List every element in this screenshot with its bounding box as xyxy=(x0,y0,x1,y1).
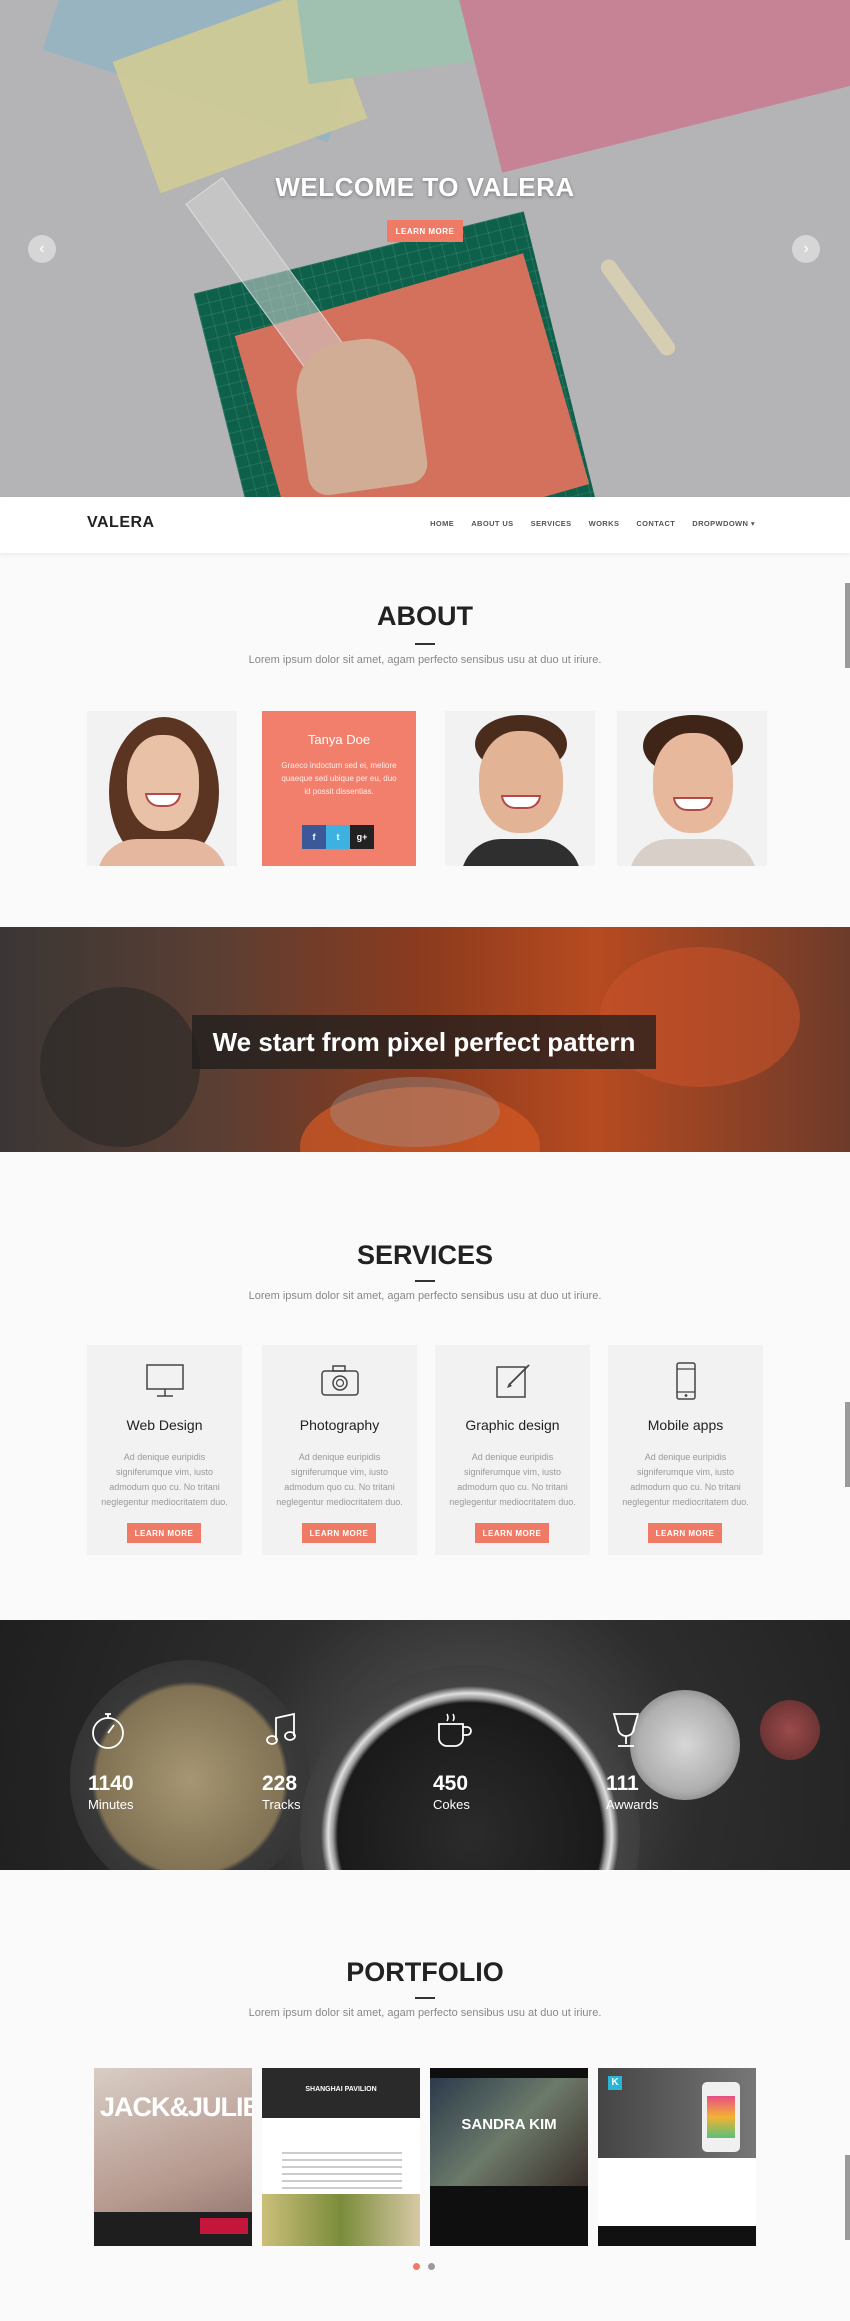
portfolio-item-title: K xyxy=(608,2076,622,2090)
services-title: SERVICES xyxy=(356,1240,494,1270)
nav-item-works[interactable]: WORKS xyxy=(589,519,620,528)
stat-label: Tracks xyxy=(262,1797,301,1812)
stat-number: 1140 xyxy=(88,1772,134,1795)
social-links: f t g+ xyxy=(302,825,374,849)
music-note-icon xyxy=(266,1712,296,1745)
banner-headline: We start from pixel perfect pattern xyxy=(192,1015,656,1069)
service-title: Photography xyxy=(299,1417,380,1433)
portfolio-item-title: SHANGHAI PAVILION xyxy=(305,2086,377,2093)
google-plus-icon[interactable]: g+ xyxy=(350,825,374,849)
coffee-cup-icon xyxy=(438,1713,472,1747)
portfolio-item-title: SANDRA KIM xyxy=(461,2116,557,2133)
stat-number: 111 xyxy=(606,1772,639,1795)
team-member-bio: Graeco indoctum sed ei, meliore quaeque … xyxy=(281,761,397,796)
nav-item-dropdown[interactable]: DROPWDOWN ▾ xyxy=(692,519,755,528)
carousel-dot[interactable] xyxy=(428,2263,435,2270)
team-photo xyxy=(617,711,767,866)
camera-icon xyxy=(321,1365,359,1396)
service-title: Graphic design xyxy=(465,1417,560,1433)
stat-label: Cokes xyxy=(433,1797,470,1812)
service-learn-more-button[interactable]: LEARN MORE xyxy=(475,1523,549,1543)
nav-item-about-us[interactable]: ABOUT US xyxy=(471,519,513,528)
nav-item-services[interactable]: SERVICES xyxy=(531,519,572,528)
scroll-indicator xyxy=(845,2155,850,2240)
facebook-icon[interactable]: f xyxy=(302,825,326,849)
hero-slider: WELCOME TO VALERA LEARN MORE ‹ › xyxy=(0,0,850,497)
service-card: Graphic design Ad denique euripidis sign… xyxy=(435,1345,590,1555)
about-title-divider xyxy=(415,643,435,645)
stopwatch-icon xyxy=(92,1713,124,1749)
stat-item: 1140 Minutes xyxy=(88,1710,134,1812)
scroll-indicator xyxy=(845,1402,850,1487)
stat-item: 228 Tracks xyxy=(262,1710,302,1812)
team-photo xyxy=(87,711,237,866)
parallax-banner: We start from pixel perfect pattern xyxy=(0,927,850,1152)
top-navbar: VALERA HOME ABOUT US SERVICES WORKS CONT… xyxy=(0,497,850,553)
portfolio-item[interactable]: SANDRA KIM xyxy=(430,2068,588,2246)
stats-counter-section: 1140 Minutes 228 Tracks 450 Cokes 111 Aw… xyxy=(0,1620,850,1870)
portfolio-item[interactable]: JACK&JULIE xyxy=(94,2068,252,2246)
services-subtitle: Lorem ipsum dolor sit amet, agam perfect… xyxy=(248,1290,602,1302)
stat-number: 228 xyxy=(262,1772,298,1795)
stat-item: 111 Awwards xyxy=(606,1710,659,1812)
stat-label: Minutes xyxy=(88,1797,134,1812)
carousel-dot-active[interactable] xyxy=(413,2263,420,2270)
scroll-indicator xyxy=(845,583,850,668)
service-title: Web Design xyxy=(126,1417,203,1433)
about-subtitle: Lorem ipsum dolor sit amet, agam perfect… xyxy=(248,654,602,666)
portfolio-title: PORTFOLIO xyxy=(346,1957,504,1987)
service-card: Mobile apps Ad denique euripidis signife… xyxy=(608,1345,763,1555)
stat-item: 450 Cokes xyxy=(433,1710,473,1812)
service-learn-more-button[interactable]: LEARN MORE xyxy=(127,1523,201,1543)
service-learn-more-button[interactable]: LEARN MORE xyxy=(648,1523,722,1543)
team-photo xyxy=(445,711,595,866)
about-title: ABOUT xyxy=(377,601,473,631)
main-nav: HOME ABOUT US SERVICES WORKS CONTACT DRO… xyxy=(430,519,755,528)
nav-item-contact[interactable]: CONTACT xyxy=(636,519,675,528)
stat-label: Awwards xyxy=(606,1797,659,1812)
brand-logo[interactable]: VALERA xyxy=(87,514,155,532)
service-title: Mobile apps xyxy=(647,1417,724,1433)
smartphone-icon xyxy=(676,1362,696,1400)
portfolio-item[interactable]: K xyxy=(598,2068,756,2246)
pencil-edit-icon xyxy=(496,1364,530,1398)
service-desc: Ad denique euripidis signiferumque vim, … xyxy=(622,1452,749,1507)
service-card: Web Design Ad denique euripidis signifer… xyxy=(87,1345,242,1555)
service-desc: Ad denique euripidis signiferumque vim, … xyxy=(101,1452,228,1507)
portfolio-item-title: JACK&JULIE xyxy=(100,2092,252,2122)
team-member-name: Tanya Doe xyxy=(307,732,371,747)
service-learn-more-button[interactable]: LEARN MORE xyxy=(302,1523,376,1543)
portfolio-subtitle: Lorem ipsum dolor sit amet, agam perfect… xyxy=(248,2007,602,2019)
chevron-left-icon[interactable]: ‹ xyxy=(28,235,56,263)
nav-item-home[interactable]: HOME xyxy=(430,519,454,528)
services-title-divider xyxy=(415,1280,435,1282)
trophy-icon xyxy=(612,1713,640,1747)
portfolio-title-divider xyxy=(415,1997,435,1999)
hero-learn-more-button[interactable]: LEARN MORE xyxy=(387,220,463,242)
monitor-icon xyxy=(146,1364,184,1397)
stat-number: 450 xyxy=(433,1772,469,1795)
service-desc: Ad denique euripidis signiferumque vim, … xyxy=(276,1452,403,1507)
portfolio-item[interactable]: SHANGHAI PAVILION xyxy=(262,2068,420,2246)
hero-title: WELCOME TO VALERA xyxy=(275,172,575,202)
team-member-card: Tanya Doe Graeco indoctum sed ei, melior… xyxy=(262,711,416,866)
service-desc: Ad denique euripidis signiferumque vim, … xyxy=(449,1452,576,1507)
service-card: Photography Ad denique euripidis signife… xyxy=(262,1345,417,1555)
chevron-right-icon[interactable]: › xyxy=(792,235,820,263)
twitter-icon[interactable]: t xyxy=(326,825,350,849)
